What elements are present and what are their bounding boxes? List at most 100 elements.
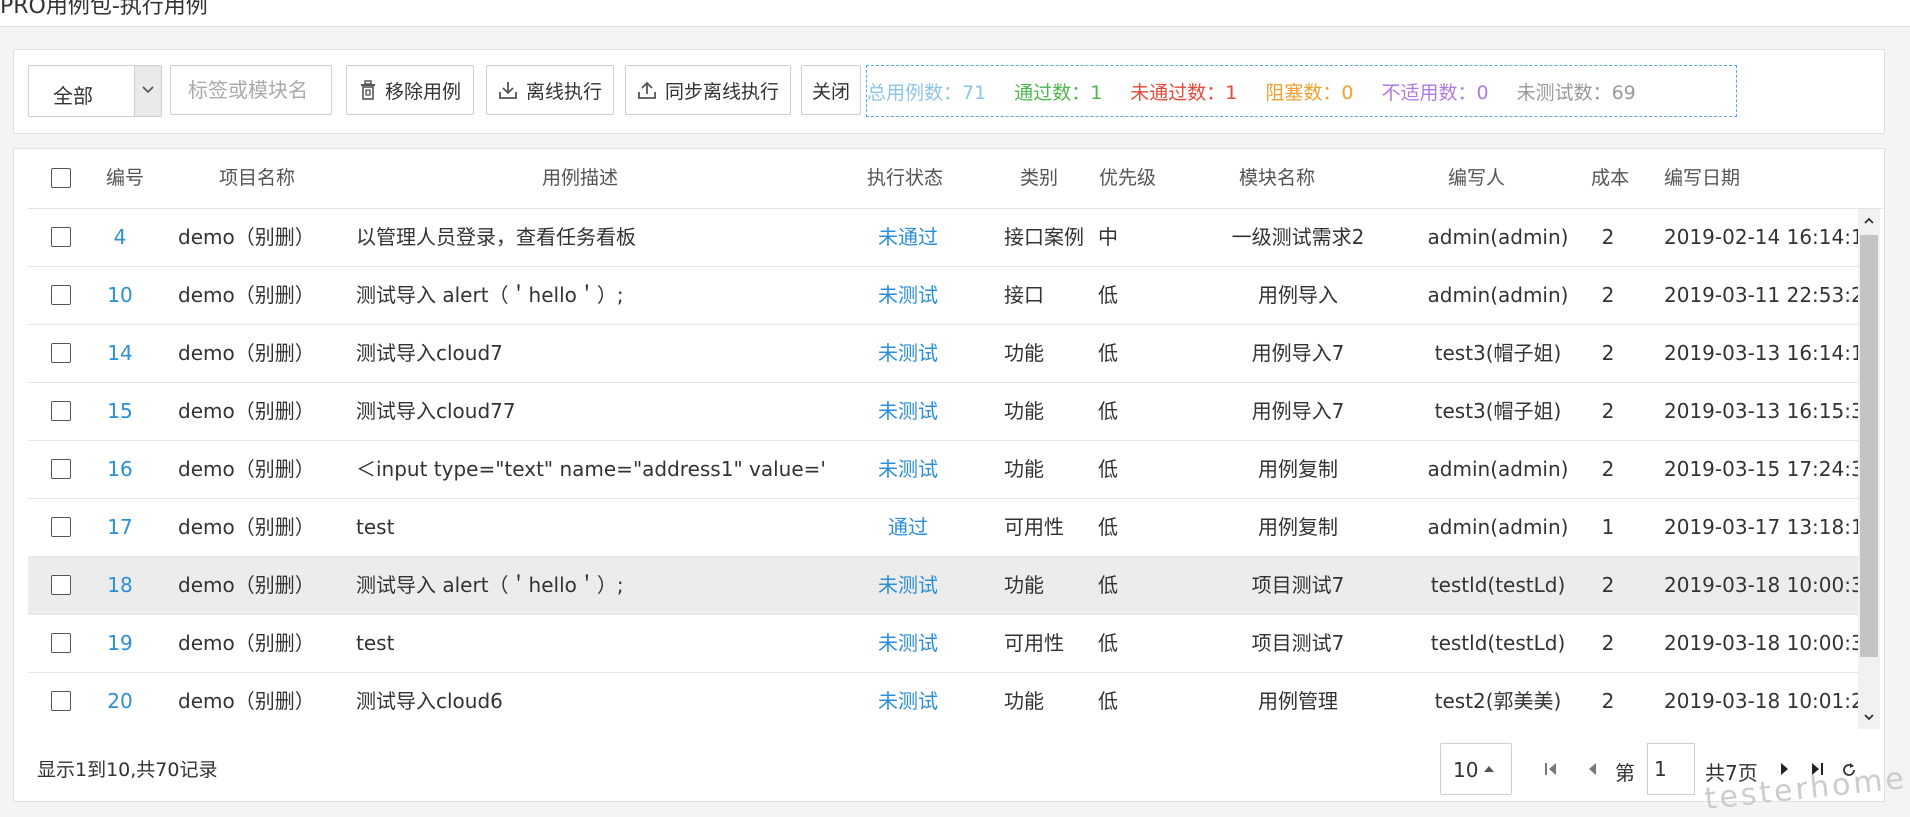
offline-execute-button[interactable]: 离线执行 <box>486 65 614 115</box>
col-date[interactable]: 编写日期 <box>1664 149 1740 208</box>
cell-date: 2019-02-14 16:14:1 <box>1664 225 1858 249</box>
cell-project: demo（别删） <box>178 283 315 307</box>
cell-status[interactable]: 通过 <box>848 499 968 556</box>
row-checkbox[interactable] <box>51 227 71 247</box>
scroll-up-icon[interactable] <box>1863 215 1875 227</box>
cell-cost: 2 <box>1601 225 1615 249</box>
page-number-input[interactable] <box>1647 743 1695 795</box>
first-page-icon[interactable] <box>1543 761 1559 777</box>
col-module[interactable]: 模块名称 <box>1239 149 1315 208</box>
row-checkbox[interactable] <box>51 633 71 653</box>
stat-total: 总用例数：71 <box>867 81 987 104</box>
col-project[interactable]: 项目名称 <box>219 149 295 208</box>
row-checkbox[interactable] <box>51 343 71 363</box>
cell-id[interactable]: 18 <box>100 557 140 614</box>
cell-priority: 低 <box>1098 515 1118 539</box>
row-checkbox[interactable] <box>51 459 71 479</box>
table-row[interactable]: 20 demo（别删） 测试导入cloud6 未测试 功能 低 用例管理 tes… <box>28 673 1858 729</box>
row-checkbox[interactable] <box>51 691 71 711</box>
scrollbar-thumb[interactable] <box>1860 235 1878 657</box>
scroll-down-icon[interactable] <box>1863 711 1875 723</box>
cell-id[interactable]: 10 <box>100 267 140 324</box>
cell-project: demo（别删） <box>178 515 315 539</box>
record-count-info: 显示1到10,共70记录 <box>37 759 218 781</box>
stats-summary: 总用例数：71 通过数：1 未通过数：1 阻塞数：0 不适用数：0 未测试数：6… <box>866 65 1737 117</box>
cell-status[interactable]: 未测试 <box>848 615 968 672</box>
cell-status[interactable]: 未测试 <box>848 673 968 729</box>
prev-page-icon[interactable] <box>1584 761 1600 777</box>
cell-date: 2019-03-13 16:14:1 <box>1664 341 1858 365</box>
table-scrollbar[interactable] <box>1858 209 1880 729</box>
table-row[interactable]: 17 demo（别删） test 通过 可用性 低 用例复制 admin(adm… <box>28 499 1858 557</box>
cell-id[interactable]: 19 <box>100 615 140 672</box>
cell-status[interactable]: 未测试 <box>848 441 968 498</box>
page-title: PRO用例包-执行用例 <box>0 0 208 19</box>
cell-id[interactable]: 16 <box>100 441 140 498</box>
close-button[interactable]: 关闭 <box>801 65 861 115</box>
sync-offline-execute-button[interactable]: 同步离线执行 <box>625 65 791 115</box>
cell-priority: 低 <box>1098 631 1118 655</box>
chevron-down-icon[interactable] <box>134 66 161 116</box>
cell-project: demo（别删） <box>178 457 315 481</box>
cell-status[interactable]: 未测试 <box>848 557 968 614</box>
cell-id[interactable]: 20 <box>100 673 140 729</box>
page-size-value: 10 <box>1453 758 1479 782</box>
offline-execute-label: 离线执行 <box>525 80 602 103</box>
search-input[interactable] <box>170 65 332 115</box>
table-row[interactable]: 14 demo（别删） 测试导入cloud7 未测试 功能 低 用例导入7 te… <box>28 325 1858 383</box>
cell-date: 2019-03-15 17:24:3 <box>1664 457 1858 481</box>
cell-desc: 测试导入cloud6 <box>356 689 503 713</box>
remove-case-button[interactable]: 移除用例 <box>346 65 474 115</box>
cell-desc: 测试导入cloud7 <box>356 341 503 365</box>
filter-select[interactable]: 全部 <box>28 65 162 117</box>
cell-id[interactable]: 17 <box>100 499 140 556</box>
cell-desc: test <box>356 515 395 539</box>
stat-failed: 未通过数：1 <box>1130 81 1238 104</box>
row-checkbox[interactable] <box>51 401 71 421</box>
cell-id[interactable]: 15 <box>100 383 140 440</box>
table-row[interactable]: 10 demo（别删） 测试导入 alert（＇hello＇）; 未测试 接口 … <box>28 267 1858 325</box>
cell-category: 功能 <box>1004 573 1044 597</box>
col-category[interactable]: 类别 <box>1020 149 1058 208</box>
cell-category: 可用性 <box>1004 515 1064 539</box>
page-size-select[interactable]: 10 <box>1440 743 1512 795</box>
page-prefix: 第 <box>1615 761 1635 785</box>
table-row[interactable]: 15 demo（别删） 测试导入cloud77 未测试 功能 低 用例导入7 t… <box>28 383 1858 441</box>
col-id[interactable]: 编号 <box>106 149 144 208</box>
cell-priority: 低 <box>1098 457 1118 481</box>
cell-category: 功能 <box>1004 457 1044 481</box>
cell-status[interactable]: 未测试 <box>848 267 968 324</box>
table-row[interactable]: 18 demo（别删） 测试导入 alert（＇hello＇）; 未测试 功能 … <box>28 557 1858 615</box>
row-checkbox[interactable] <box>51 575 71 595</box>
cell-desc: test <box>356 631 395 655</box>
cell-priority: 低 <box>1098 689 1118 713</box>
select-all-checkbox[interactable] <box>51 168 71 188</box>
top-bar: PRO用例包-执行用例 <box>0 0 1910 27</box>
cell-status[interactable]: 未测试 <box>848 383 968 440</box>
cell-status[interactable]: 未测试 <box>848 325 968 382</box>
table-row[interactable]: 16 demo（别删） ＜input type="text" name="add… <box>28 441 1858 499</box>
stat-passed: 通过数：1 <box>1014 81 1103 104</box>
cell-cost: 1 <box>1601 515 1615 539</box>
cell-cost: 2 <box>1601 283 1615 307</box>
col-cost[interactable]: 成本 <box>1591 149 1629 208</box>
table-row[interactable]: 19 demo（别删） test 未测试 可用性 低 项目测试7 testld(… <box>28 615 1858 673</box>
row-checkbox[interactable] <box>51 517 71 537</box>
cell-date: 2019-03-18 10:00:3 <box>1664 631 1858 655</box>
row-checkbox[interactable] <box>51 285 71 305</box>
cell-project: demo（别删） <box>178 399 315 423</box>
cell-cost: 2 <box>1601 631 1615 655</box>
upload-icon <box>638 81 656 99</box>
cell-priority: 低 <box>1098 283 1118 307</box>
col-desc[interactable]: 用例描述 <box>542 149 618 208</box>
cell-id[interactable]: 14 <box>100 325 140 382</box>
cell-id[interactable]: 4 <box>100 209 140 266</box>
col-status[interactable]: 执行状态 <box>867 149 943 208</box>
col-priority[interactable]: 优先级 <box>1099 149 1156 208</box>
download-icon <box>499 82 517 99</box>
cell-status[interactable]: 未通过 <box>848 209 968 266</box>
cell-desc: 以管理人员登录，查看任务看板 <box>356 225 636 249</box>
cell-project: demo（别删） <box>178 631 315 655</box>
col-author[interactable]: 编写人 <box>1448 149 1505 208</box>
table-row[interactable]: 4 demo（别删） 以管理人员登录，查看任务看板 未通过 接口案例 中 一级测… <box>28 209 1858 267</box>
